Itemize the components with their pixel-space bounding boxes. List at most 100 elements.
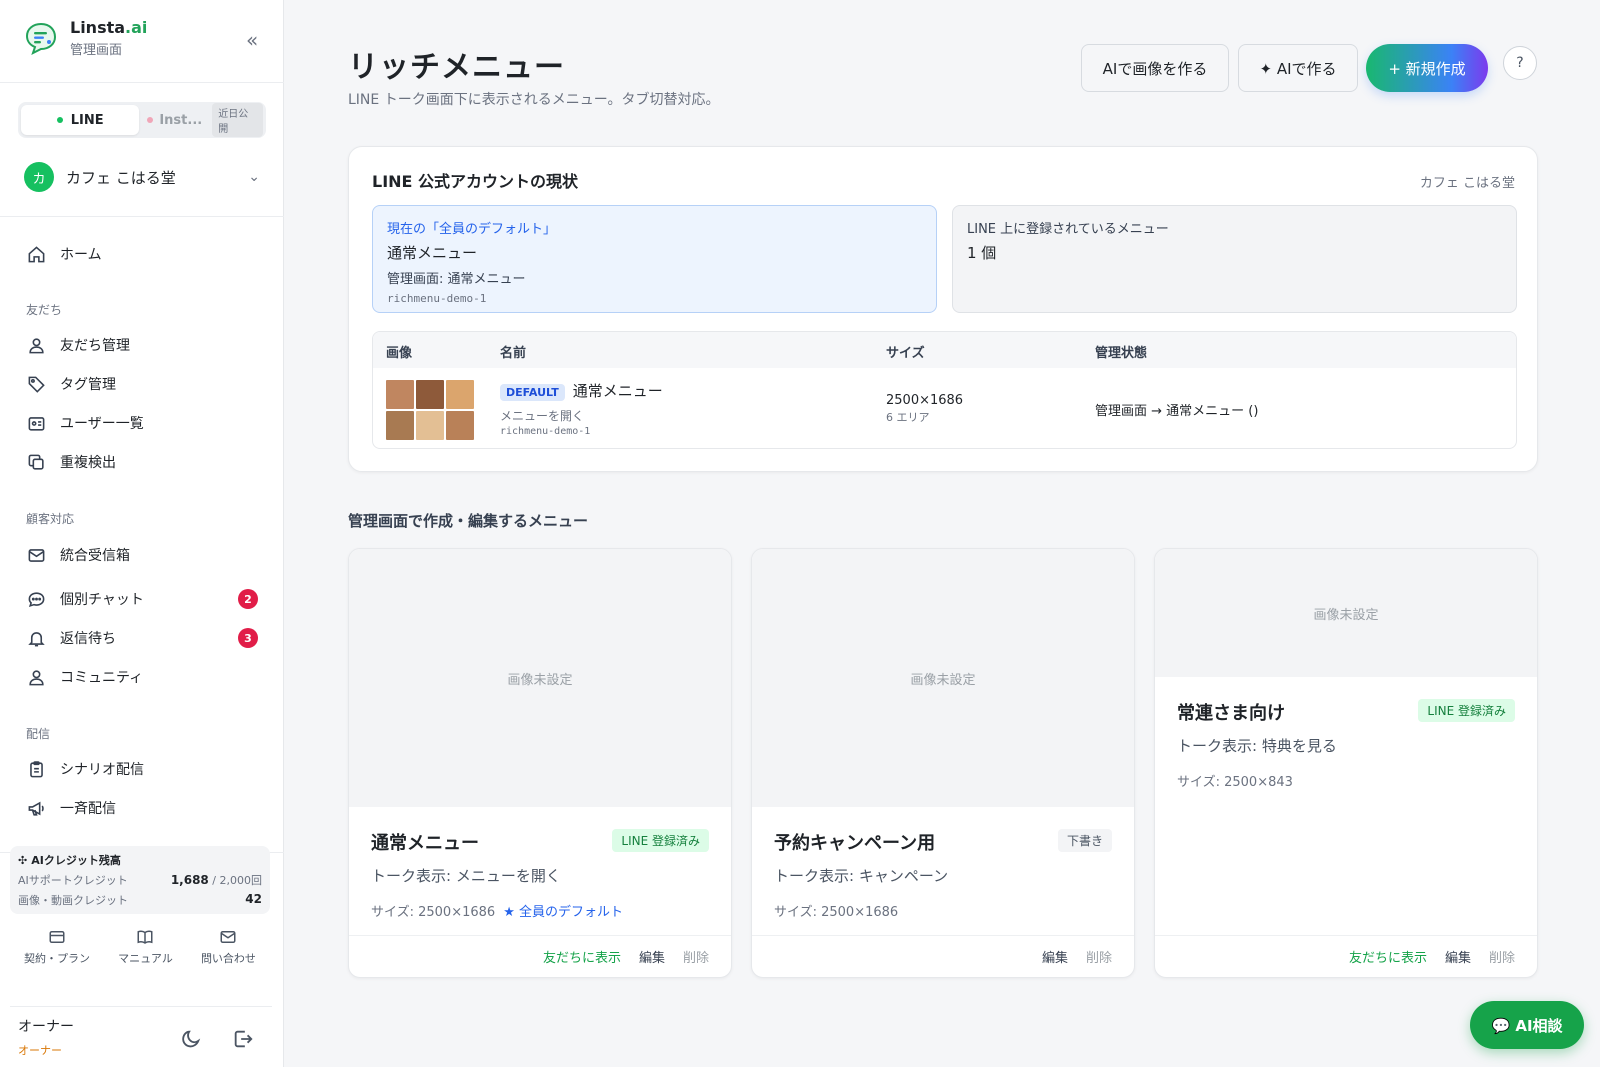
chat-bubble-icon <box>26 589 46 609</box>
copy-icon <box>26 452 46 472</box>
status-badge: LINE 登録済み <box>1418 699 1515 722</box>
page-subtitle: LINE トーク画面下に表示されるメニュー。タブ切替対応。 <box>348 92 720 108</box>
card-actions: 友だちに表示 編集 削除 <box>1155 935 1537 977</box>
platform-tab-line[interactable]: LINE <box>21 105 140 135</box>
logout-icon[interactable] <box>232 1028 254 1050</box>
ai-image-button[interactable]: AIで画像を作る <box>1081 44 1229 92</box>
page-title: リッチメニュー <box>348 50 565 85</box>
divider <box>0 82 284 83</box>
person-icon <box>26 335 46 355</box>
menu-thumbnail <box>386 380 474 440</box>
sidebar-item-broadcast[interactable]: 一斉配信 <box>26 794 258 822</box>
chevron-down-icon: ⌄ <box>248 169 260 185</box>
section-title: 管理画面で作成・編集するメニュー <box>348 512 589 530</box>
nav-section-support: 顧客対応 <box>26 512 75 526</box>
sidebar-item-home[interactable]: ホーム <box>26 240 258 268</box>
thumb-cell <box>446 380 474 409</box>
card-image-placeholder: 画像未設定 <box>1155 549 1537 677</box>
line-dot-icon <box>56 117 63 123</box>
menu-card[interactable]: 画像未設定 予約キャンペーン用 下書き トーク表示: キャンペーン サイズ: 2… <box>751 548 1135 978</box>
thumb-cell <box>386 411 414 440</box>
row-size-cell: 2500×1686 6 エリア <box>886 393 964 424</box>
brand[interactable]: Linsta.ai 管理画面 <box>24 18 147 58</box>
line-status-card: LINE 公式アカウントの現状 カフェ こはる堂 現在の「全員のデフォルト」 通… <box>348 146 1538 472</box>
row-name-cell: DEFAULT 通常メニュー メニューを開く richmenu-demo-1 <box>500 382 663 437</box>
moon-icon[interactable] <box>180 1028 202 1050</box>
sidebar: Linsta.ai 管理画面 « LINE Inst... 近日公開 カ カフェ… <box>0 0 284 1067</box>
manual-link[interactable]: マニュアル <box>118 928 173 966</box>
registered-menus-table: 画像 名前 サイズ 管理状態 DEFAULT通常メニュー メニューを開く ri <box>372 331 1517 449</box>
delete-link[interactable]: 削除 <box>1489 947 1515 966</box>
platform-toggle: LINE Inst... 近日公開 <box>18 102 266 138</box>
show-to-friends-link[interactable]: 友だちに表示 <box>543 947 621 966</box>
thumb-cell <box>416 380 444 409</box>
account-avatar: カ <box>24 162 54 192</box>
card-title: 通常メニュー <box>371 833 479 854</box>
account-selector[interactable]: カ カフェ こはる堂 ⌄ <box>24 162 260 192</box>
collapse-sidebar-icon[interactable]: « <box>246 28 258 52</box>
owner-name: オーナー <box>18 1019 74 1035</box>
owner-role: オーナー <box>18 1044 62 1057</box>
card-chat-bar-text: トーク表示: メニューを開く <box>371 867 561 885</box>
edit-link[interactable]: 編集 <box>1445 947 1471 966</box>
delete-link[interactable]: 削除 <box>1086 947 1112 966</box>
home-icon <box>26 244 46 264</box>
sidebar-item-inbox[interactable]: 統合受信箱 <box>26 541 258 569</box>
card-title: 常連さま向け <box>1177 703 1285 724</box>
registered-count-box: LINE 上に登録されているメニュー 1 個 <box>952 205 1517 313</box>
edit-link[interactable]: 編集 <box>1042 947 1068 966</box>
sparkle-icon: ✣ <box>18 853 28 867</box>
thumb-cell <box>416 411 444 440</box>
nav-section-delivery: 配信 <box>26 727 51 741</box>
sidebar-item-duplicates[interactable]: 重複検出 <box>26 448 258 476</box>
status-account: カフェ こはる堂 <box>1419 176 1515 191</box>
ai-consult-button[interactable]: 💬 AI相談 <box>1470 1001 1584 1049</box>
mail-icon <box>26 545 46 565</box>
table-header: 画像 名前 サイズ 管理状態 <box>373 332 1516 368</box>
sidebar-item-scenario[interactable]: シナリオ配信 <box>26 755 258 783</box>
default-tag[interactable]: ★ 全員のデフォルト <box>503 905 623 920</box>
thumb-cell <box>386 380 414 409</box>
help-button[interactable]: ? <box>1503 46 1537 80</box>
delete-link[interactable]: 削除 <box>683 947 709 966</box>
card-size: サイズ: 2500×843 <box>1177 775 1293 790</box>
new-menu-button[interactable]: + 新規作成 <box>1366 44 1488 92</box>
credit-card-icon <box>49 931 65 943</box>
show-to-friends-link[interactable]: 友だちに表示 <box>1349 947 1427 966</box>
menu-card[interactable]: 画像未設定 常連さま向け LINE 登録済み トーク表示: 特典を見る サイズ:… <box>1154 548 1538 978</box>
edit-link[interactable]: 編集 <box>639 947 665 966</box>
community-icon <box>26 667 46 687</box>
platform-tab-instagram: Inst... <box>147 113 202 128</box>
sidebar-item-chat[interactable]: 個別チャット 2 <box>26 585 258 613</box>
sidebar-item-friends[interactable]: 友だち管理 <box>26 331 258 359</box>
ai-create-button[interactable]: ✦ AIで作る <box>1238 44 1358 92</box>
sidebar-item-users[interactable]: ユーザー一覧 <box>26 409 258 437</box>
divider <box>0 216 284 217</box>
owner-info: オーナー オーナー <box>18 1016 74 1058</box>
card-actions: 友だちに表示 編集 削除 <box>349 935 731 977</box>
table-row: DEFAULT 通常メニュー メニューを開く richmenu-demo-1 25… <box>373 368 1516 448</box>
current-default-box: 現在の「全員のデフォルト」 通常メニュー 管理画面: 通常メニュー richme… <box>372 205 937 313</box>
tag-icon <box>26 374 46 394</box>
menu-card[interactable]: 画像未設定 通常メニュー LINE 登録済み トーク表示: メニューを開く サイ… <box>348 548 732 978</box>
card-actions: 編集 削除 <box>752 935 1134 977</box>
card-chat-bar-text: トーク表示: キャンペーン <box>774 867 949 885</box>
plan-link[interactable]: 契約・プラン <box>24 928 90 966</box>
instagram-dot-icon <box>147 117 154 123</box>
clipboard-icon <box>26 759 46 779</box>
bell-icon <box>26 628 46 648</box>
sidebar-item-tags[interactable]: タグ管理 <box>26 370 258 398</box>
contact-link[interactable]: 問い合わせ <box>201 928 256 966</box>
account-name: カフェ こはる堂 <box>66 168 176 187</box>
sidebar-item-waiting[interactable]: 返信待ち 3 <box>26 624 258 652</box>
envelope-icon <box>220 931 236 943</box>
card-image-placeholder: 画像未設定 <box>752 549 1134 807</box>
waiting-badge: 3 <box>238 628 258 648</box>
megaphone-icon <box>26 798 46 818</box>
nav-section-friends: 友だち <box>26 303 63 317</box>
id-card-icon <box>26 413 46 433</box>
row-state-cell: 管理画面 → 通常メニュー () <box>1095 404 1259 419</box>
brand-name: Linsta.ai <box>70 18 148 37</box>
unread-badge: 2 <box>238 589 258 609</box>
sidebar-item-community[interactable]: コミュニティ <box>26 663 258 691</box>
